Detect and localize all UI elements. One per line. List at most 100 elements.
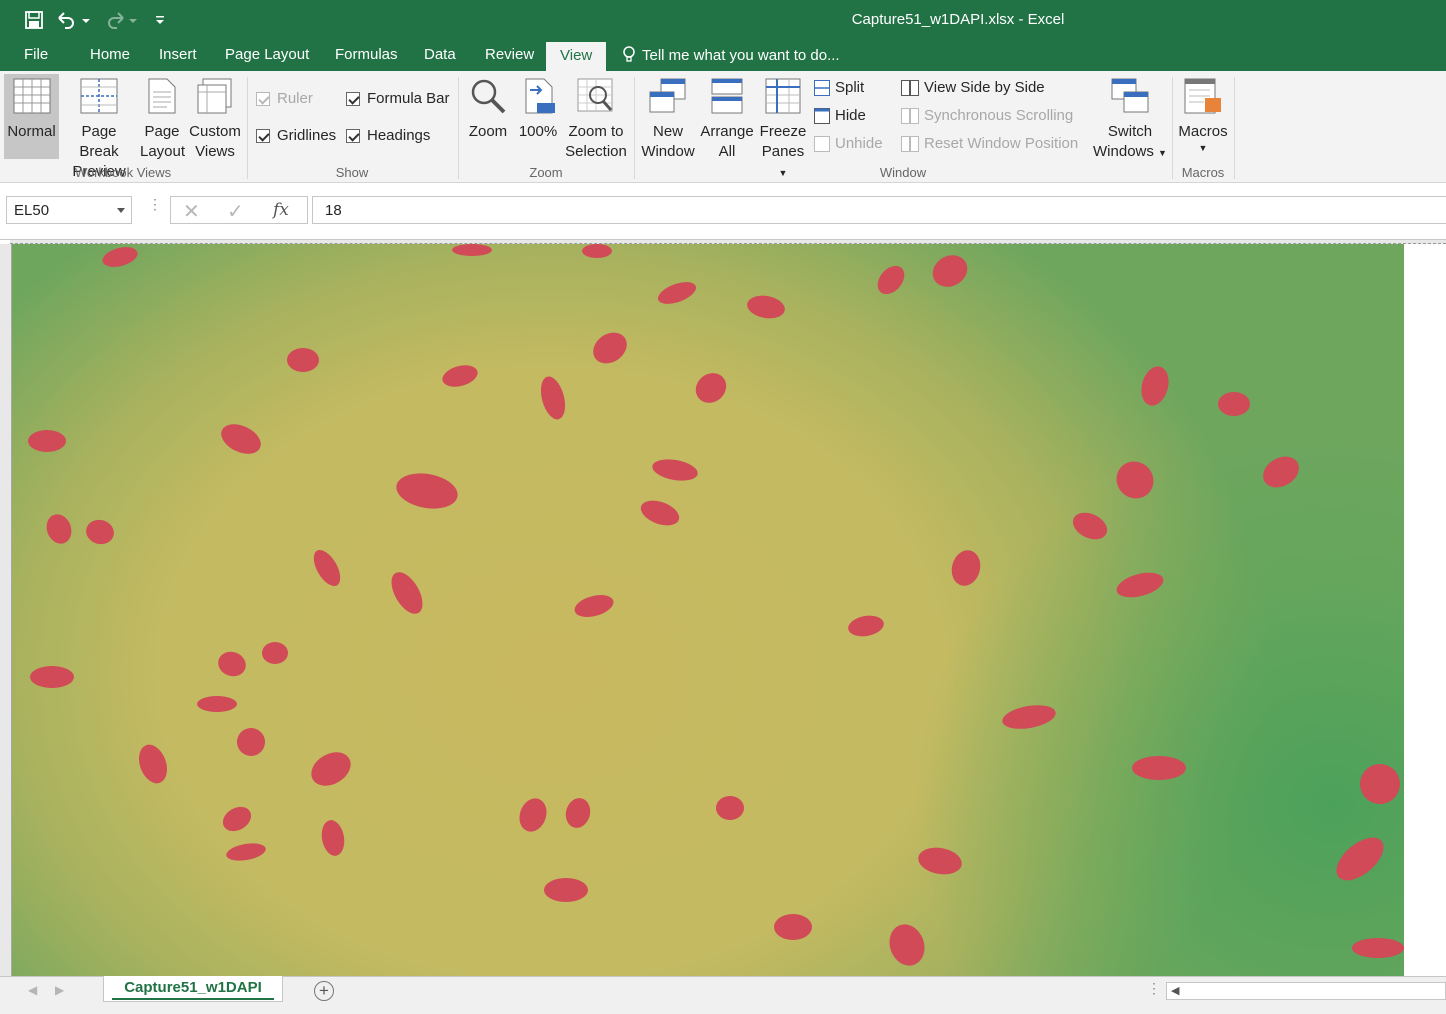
gridlines-checkbox[interactable]: Gridlines: [256, 127, 336, 144]
nucleus-blob: [689, 366, 733, 410]
ruler-checkbox[interactable]: Ruler: [256, 90, 313, 107]
enter-icon[interactable]: ✓: [227, 199, 244, 224]
more-options-icon[interactable]: ⋮: [1147, 981, 1161, 995]
custom-views-icon: [197, 78, 232, 114]
macros-button[interactable]: Macros ▼: [1176, 74, 1230, 154]
side-by-side-icon: [901, 79, 919, 96]
window-title: Capture51_w1DAPI.xlsx - Excel: [851, 11, 1065, 28]
nucleus-blob: [1218, 392, 1250, 416]
nucleus-blob: [440, 361, 480, 391]
more-options-icon[interactable]: ⋮: [148, 197, 162, 211]
tab-review[interactable]: Review: [485, 46, 534, 63]
tell-me-box[interactable]: Tell me what you want to do...: [622, 46, 840, 64]
nucleus-blob: [774, 914, 812, 940]
scroll-left-icon[interactable]: ◀: [1171, 984, 1179, 997]
name-box[interactable]: EL50: [6, 196, 132, 224]
worksheet-grid[interactable]: [0, 239, 1446, 977]
add-sheet-icon[interactable]: +: [314, 981, 334, 1001]
nucleus-blob: [100, 244, 140, 271]
tab-page-layout[interactable]: Page Layout: [225, 46, 309, 63]
tell-me-text: Tell me what you want to do...: [642, 46, 840, 64]
formula-bar: EL50 ⋮ ✕ ✓ fx 18: [0, 183, 1446, 239]
group-label-show: Show: [335, 165, 369, 180]
page-layout-view-button[interactable]: Page Layout: [140, 74, 185, 162]
group-label-macros: Macros: [1181, 165, 1225, 180]
unhide-button[interactable]: Unhide: [814, 135, 883, 152]
zoom-to-selection-icon: [577, 78, 613, 112]
synchronous-scrolling-button[interactable]: Synchronous Scrolling: [901, 107, 1073, 124]
custom-views-button[interactable]: Custom Views: [187, 74, 243, 162]
nucleus-blob: [83, 516, 117, 548]
nucleus-blob: [562, 795, 594, 831]
tab-formulas[interactable]: Formulas: [335, 46, 398, 63]
cancel-icon[interactable]: ✕: [183, 199, 200, 224]
arrange-all-icon: [711, 78, 743, 114]
nucleus-blob: [572, 591, 616, 621]
sync-scroll-icon: [901, 107, 919, 124]
arrange-all-button[interactable]: Arrange All: [698, 74, 756, 162]
tab-view[interactable]: View: [546, 42, 607, 71]
switch-windows-button[interactable]: Switch Windows ▼: [1092, 74, 1168, 163]
hide-button[interactable]: Hide: [814, 107, 866, 124]
tab-insert[interactable]: Insert: [159, 46, 197, 63]
scroll-right-icon[interactable]: ▶: [55, 983, 64, 997]
split-button[interactable]: Split: [814, 79, 864, 96]
zoom-to-selection-button[interactable]: Zoom to Selection: [564, 74, 628, 162]
ribbon: Normal Page Break Preview Page Layout Cu…: [0, 71, 1446, 183]
nucleus-blob: [385, 567, 429, 619]
group-label-workbook-views: Workbook Views: [74, 165, 172, 180]
nucleus-blob: [916, 844, 964, 878]
normal-view-icon: [13, 78, 50, 114]
nucleus-blob: [393, 468, 461, 514]
hide-icon: [814, 107, 830, 124]
zoom-100-button[interactable]: 100%: [516, 74, 560, 142]
formula-bar-checkbox[interactable]: Formula Bar: [346, 90, 450, 107]
tab-data[interactable]: Data: [424, 46, 456, 63]
checkbox-box: [346, 128, 360, 143]
formula-input[interactable]: 18: [312, 196, 1446, 224]
freeze-panes-icon: [765, 78, 801, 114]
group-separator: [634, 77, 635, 179]
insert-function-icon[interactable]: fx: [273, 200, 289, 220]
nucleus-blob: [1352, 938, 1404, 958]
unhide-icon: [814, 135, 830, 152]
nucleus-blob: [1108, 453, 1162, 507]
formula-controls: ✕ ✓ fx: [170, 196, 308, 224]
status-bar: [0, 1006, 1446, 1014]
checkbox-box: [256, 91, 270, 106]
scroll-left-icon[interactable]: ◀: [28, 983, 37, 997]
new-window-button[interactable]: New Window: [638, 74, 698, 162]
nucleus-blob: [872, 260, 910, 300]
dapi-image-cells: [12, 244, 1404, 977]
nucleus-blob: [319, 818, 347, 858]
nucleus-blob: [262, 642, 288, 664]
title-bar: Capture51_w1DAPI.xlsx - Excel: [0, 0, 1446, 40]
view-side-by-side-button[interactable]: View Side by Side: [901, 79, 1045, 96]
chevron-down-icon[interactable]: [117, 208, 125, 213]
horizontal-scrollbar[interactable]: ◀: [1166, 982, 1446, 1000]
nucleus-blob: [224, 840, 268, 864]
normal-view-button[interactable]: Normal: [4, 74, 59, 159]
reset-window-position-button[interactable]: Reset Window Position: [901, 135, 1078, 152]
nucleus-blob: [30, 666, 74, 688]
sheet-tab-bar: ◀ ▶ Capture51_w1DAPI + ⋮ ◀: [0, 976, 1446, 1006]
tab-file[interactable]: File: [24, 46, 48, 63]
dropdown-arrow-icon: ▼: [1158, 148, 1167, 158]
sheet-tab-capture51[interactable]: Capture51_w1DAPI: [103, 976, 283, 1002]
nucleus-blob: [716, 796, 744, 820]
new-window-icon: [649, 78, 686, 113]
zoom-button[interactable]: Zoom: [465, 74, 511, 142]
group-label-zoom: Zoom: [529, 165, 563, 180]
page-layout-icon: [148, 78, 176, 114]
headings-checkbox[interactable]: Headings: [346, 127, 430, 144]
tab-home[interactable]: Home: [90, 46, 130, 63]
group-label-window: Window: [879, 165, 927, 180]
checkbox-box: [256, 128, 270, 143]
nucleus-blob: [287, 348, 319, 372]
group-separator: [1172, 77, 1173, 179]
group-separator: [458, 77, 459, 179]
nucleus-blob: [42, 510, 76, 548]
switch-windows-icon: [1111, 78, 1149, 113]
nucleus-blob: [650, 456, 700, 484]
zoom-100-icon: [525, 78, 555, 114]
